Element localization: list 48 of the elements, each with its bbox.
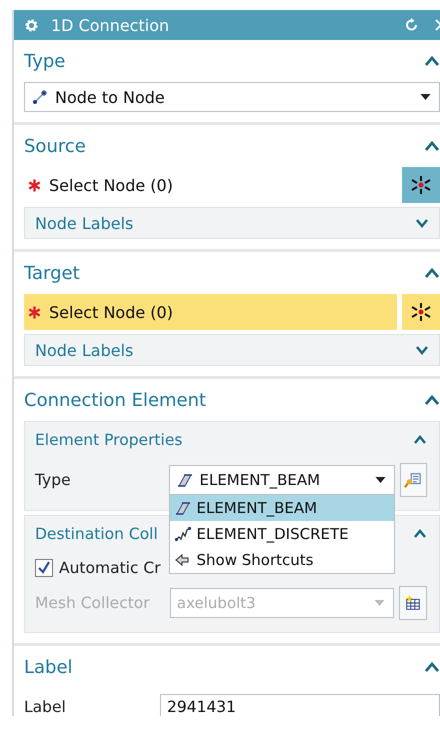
node-select-icon [410,301,432,323]
collapse-icon[interactable] [424,267,440,279]
section-title: Source [24,136,86,156]
section-title: Type [24,50,66,72]
node-to-node-icon [31,88,49,106]
section-title: Label [24,656,73,678]
key-icon [404,471,422,489]
select-node-field[interactable]: Select Node (0) [24,167,397,203]
group-title: Element Properties [35,431,182,449]
element-type-dropdown[interactable]: ELEMENT_BEAM [168,465,394,495]
arrow-icon [174,552,192,568]
beam-icon [174,500,192,516]
group-title: Destination Coll [35,525,158,543]
beam-icon [176,472,194,488]
reset-icon[interactable] [404,17,420,33]
label-input[interactable]: 2941431 [160,694,440,716]
mesh-collector-label: Mesh Collector [35,594,151,612]
node-labels-group[interactable]: Node Labels [24,207,440,239]
collapse-icon[interactable] [424,140,440,152]
menu-item[interactable]: Show Shortcuts [170,547,394,573]
section-title: Connection Element [24,390,206,410]
node-select-icon [410,174,432,196]
window-title: 1D Connection [51,16,170,34]
type-dropdown[interactable]: Node to Node [24,82,440,112]
properties-button[interactable] [400,463,427,497]
collapse-icon[interactable] [413,435,427,445]
collapse-icon[interactable] [424,55,440,67]
select-node-field[interactable]: Select Node (0) [24,294,397,330]
settings-icon[interactable] [24,18,39,32]
checkbox[interactable] [35,559,53,577]
section-title: Target [24,262,80,284]
menu-item[interactable]: ELEMENT_DISCRETE [170,521,394,547]
collapse-icon[interactable] [424,661,440,673]
collapse-icon[interactable] [424,394,440,406]
caret-icon [374,600,386,606]
new-collector-button[interactable] [399,586,427,620]
select-node-button[interactable] [402,294,440,330]
checkbox-label: Automatic Cr [59,559,161,577]
grid-icon [404,594,422,612]
collapse-icon[interactable] [413,529,427,539]
label-label: Label [24,698,67,716]
menu-item[interactable]: ELEMENT_BEAM [170,495,394,521]
select-node-button[interactable] [402,167,440,203]
caret-icon [374,477,386,483]
type-label: Type [35,471,72,489]
caret-icon [420,94,431,100]
spring-icon [174,526,192,542]
node-labels-group[interactable]: Node Labels [24,334,440,366]
